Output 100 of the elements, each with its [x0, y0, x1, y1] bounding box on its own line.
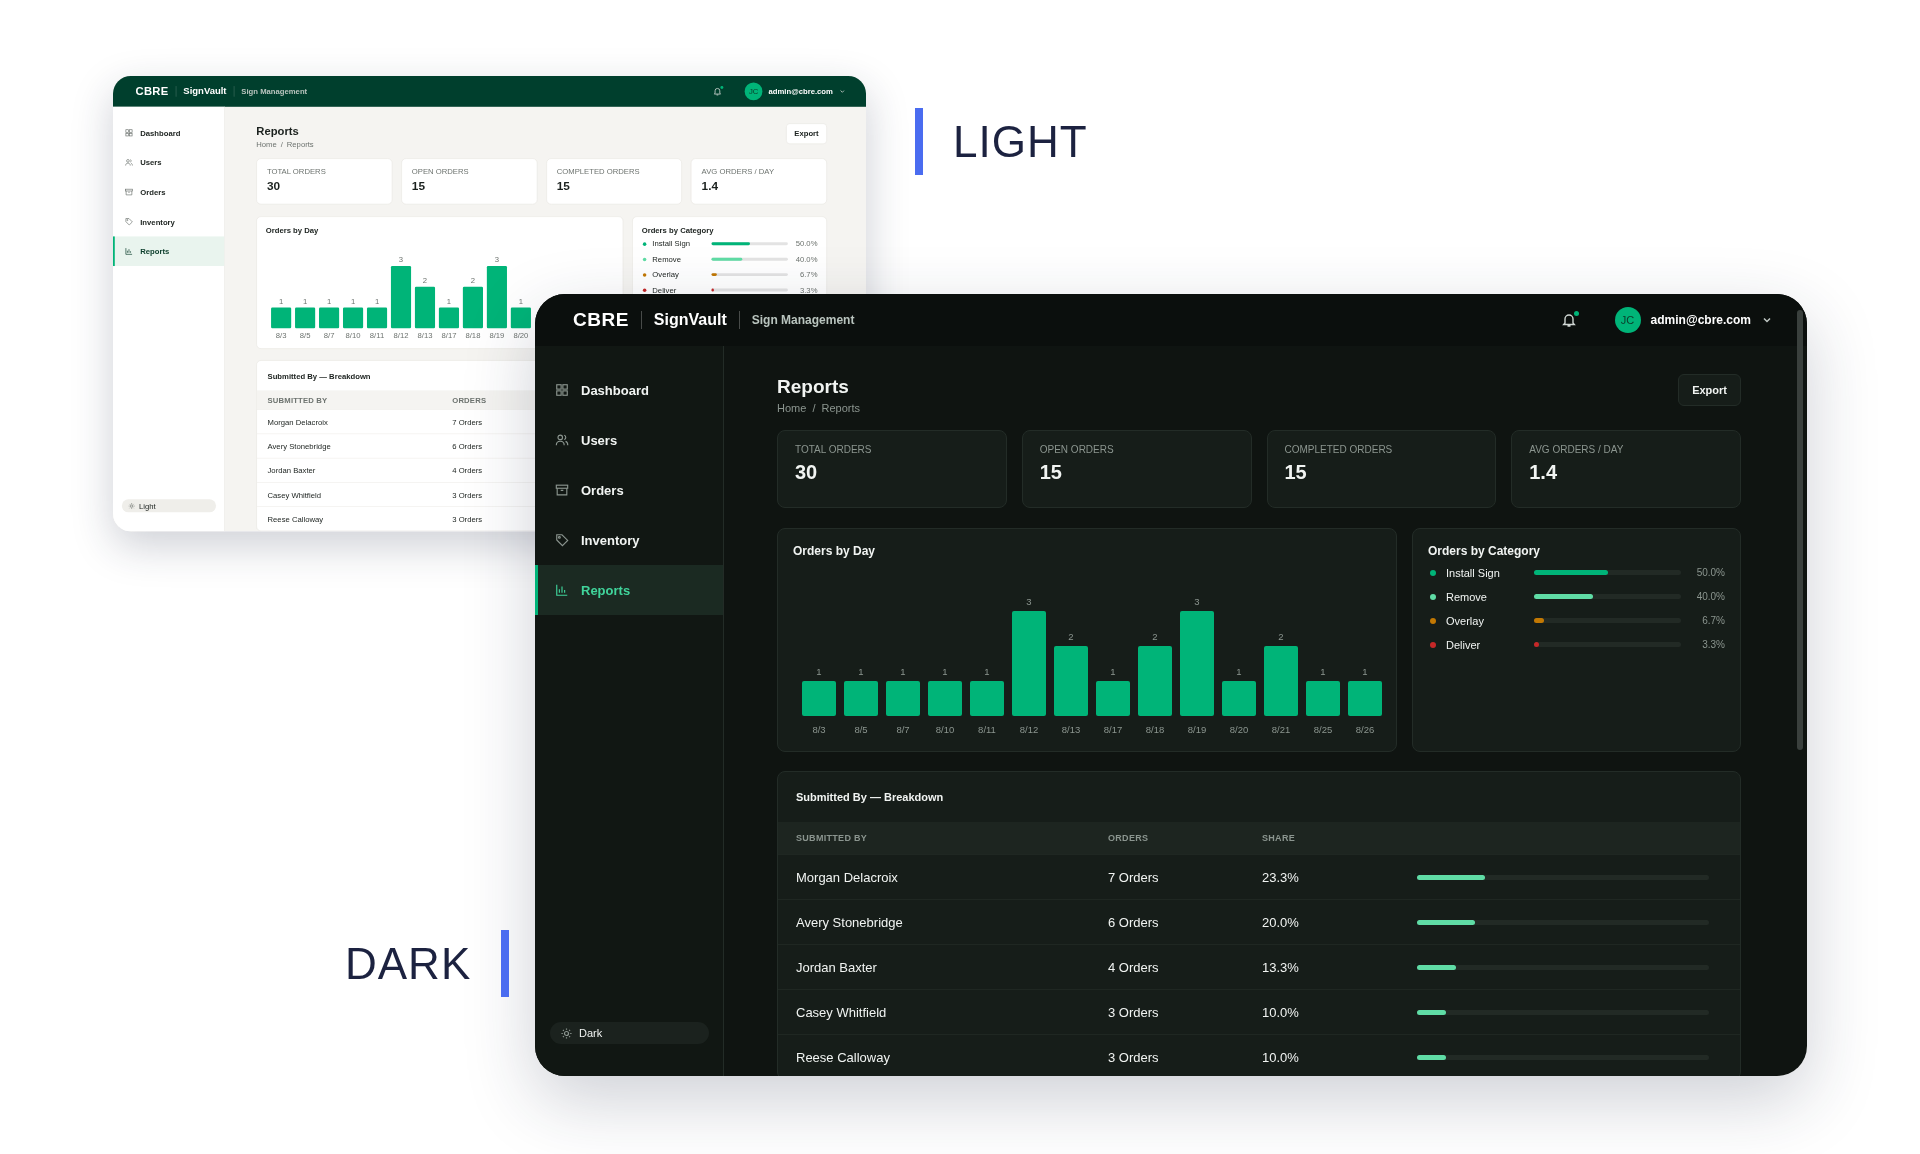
value-label: 1 [1362, 666, 1368, 677]
axis-label: 8/18 [1145, 724, 1165, 735]
stat-value: 30 [795, 461, 818, 484]
bar [366, 307, 388, 329]
app-name: SignVault [183, 86, 227, 97]
axis-label: 8/7 [896, 724, 910, 735]
bar [1222, 681, 1256, 716]
value-label: 2 [1068, 631, 1074, 642]
value-label: 1 [858, 666, 864, 677]
axis-label: 8/17 [1103, 724, 1123, 735]
table-cell-text: 10.0% [1262, 1004, 1300, 1020]
sidebar-item[interactable]: Inventory [535, 515, 723, 565]
table-cell-text: 7 Orders [1108, 869, 1160, 885]
column-header: SHARE [1262, 833, 1296, 843]
axis-label: 8/13 [1061, 724, 1081, 735]
export-button[interactable]: Export [1678, 374, 1741, 406]
bar-chart-icon [555, 583, 569, 597]
value-label: 2 [1278, 631, 1284, 642]
value-label: 1 [942, 666, 948, 677]
category-label: Deliver [1446, 638, 1482, 651]
accent-bar [501, 930, 510, 997]
value-label: 1 [900, 666, 906, 677]
table-title: Submitted By — Breakdown [796, 791, 944, 803]
axis-label: 8/12 [1019, 724, 1039, 735]
bar [510, 307, 531, 329]
category-label: Overlay [1446, 614, 1485, 627]
notification-bell-icon[interactable] [1560, 312, 1577, 328]
stat-value: 15 [1284, 461, 1307, 484]
theme-heading: LIGHT [953, 116, 1088, 167]
logo: CBRE [573, 309, 629, 331]
users-icon [555, 433, 569, 447]
percent-label: 40.0% [1695, 591, 1725, 602]
axis-label: 8/11 [978, 724, 996, 735]
axis-label: 8/26 [1355, 724, 1375, 735]
chart-title: Orders by Day [793, 544, 876, 558]
table-cell-text: Morgan Delacroix [796, 869, 899, 885]
table-cell-text: 10.0% [1262, 1049, 1300, 1065]
card-title: Orders by Category [1428, 544, 1541, 558]
table-cell-text: 6 Orders [1108, 914, 1160, 930]
accent-bar [915, 108, 923, 175]
caret-icon[interactable] [1763, 316, 1771, 324]
stat-label: TOTAL ORDERS [795, 444, 872, 455]
stat-value: 15 [411, 179, 425, 193]
bar [1306, 681, 1340, 716]
bar [1264, 646, 1298, 716]
theme-toggle[interactable]: Dark [550, 1022, 709, 1044]
column-header: ORDERS [1108, 833, 1150, 843]
bar [928, 681, 962, 716]
bar [844, 681, 878, 716]
table-cell-text: 20.0% [1262, 914, 1300, 930]
avatar[interactable]: JC [1614, 307, 1641, 333]
sidebar-item[interactable]: Orders [535, 465, 723, 515]
table-cell-text: 3 Orders [1108, 1049, 1160, 1065]
column-header: SUBMITTED BY [796, 833, 869, 843]
app-name: SignVault [653, 311, 727, 329]
stat-value: 1.4 [701, 179, 719, 193]
app-subtitle: Sign Management [751, 313, 855, 327]
stat-label: COMPLETED ORDERS [1284, 444, 1393, 455]
category-label: Remove [1446, 590, 1488, 603]
bar [1054, 646, 1088, 716]
table-cell-text: 23.3% [1262, 869, 1300, 885]
axis-label: 8/25 [1313, 724, 1333, 735]
axis-label: 8/19 [1187, 724, 1207, 735]
bar [462, 286, 483, 329]
table-cell-text: 3 Orders [1108, 1004, 1160, 1020]
page-title: Reports [256, 124, 300, 138]
sun-icon [561, 1027, 572, 1039]
axis-label: 8/10 [935, 724, 955, 735]
percent-label: 6.7% [1701, 615, 1725, 626]
theme-heading: DARK [345, 938, 472, 989]
sidebar-item[interactable]: Dashboard [535, 365, 723, 415]
stat-label: OPEN ORDERS [1039, 444, 1114, 455]
category-label: Install Sign [1446, 566, 1501, 579]
stat-value: 30 [266, 179, 281, 193]
user-email[interactable]: admin@cbre.com [1650, 313, 1751, 327]
value-label: 1 [984, 666, 990, 677]
bar [1096, 681, 1130, 716]
table-cell-text: 4 Orders [1108, 959, 1160, 975]
bar [414, 286, 436, 329]
value-label: 1 [1110, 666, 1116, 677]
sidebar-item[interactable]: Users [535, 415, 723, 465]
axis-label: 8/21 [1271, 724, 1291, 735]
bar [390, 266, 412, 329]
value-label: 3 [1194, 596, 1200, 607]
table-cell-text: Jordan Baxter [796, 959, 878, 975]
logo: CBRE [135, 84, 169, 98]
bar [271, 307, 292, 329]
sidebar-item[interactable]: Reports [535, 565, 723, 615]
bar [343, 307, 364, 329]
value-label: 1 [816, 666, 822, 677]
tag-icon [555, 533, 569, 547]
breadcrumb: Home / Reports [777, 402, 861, 414]
bar [486, 266, 507, 329]
table-cell-text: Casey Whitfield [796, 1004, 888, 1020]
scrollbar[interactable] [1797, 310, 1803, 750]
stat-label: AVG ORDERS / DAY [1529, 444, 1624, 455]
page-title: Reports [777, 376, 850, 398]
axis-label: 8/3 [812, 724, 826, 735]
value-label: 1 [1236, 666, 1242, 677]
bar [438, 307, 459, 329]
